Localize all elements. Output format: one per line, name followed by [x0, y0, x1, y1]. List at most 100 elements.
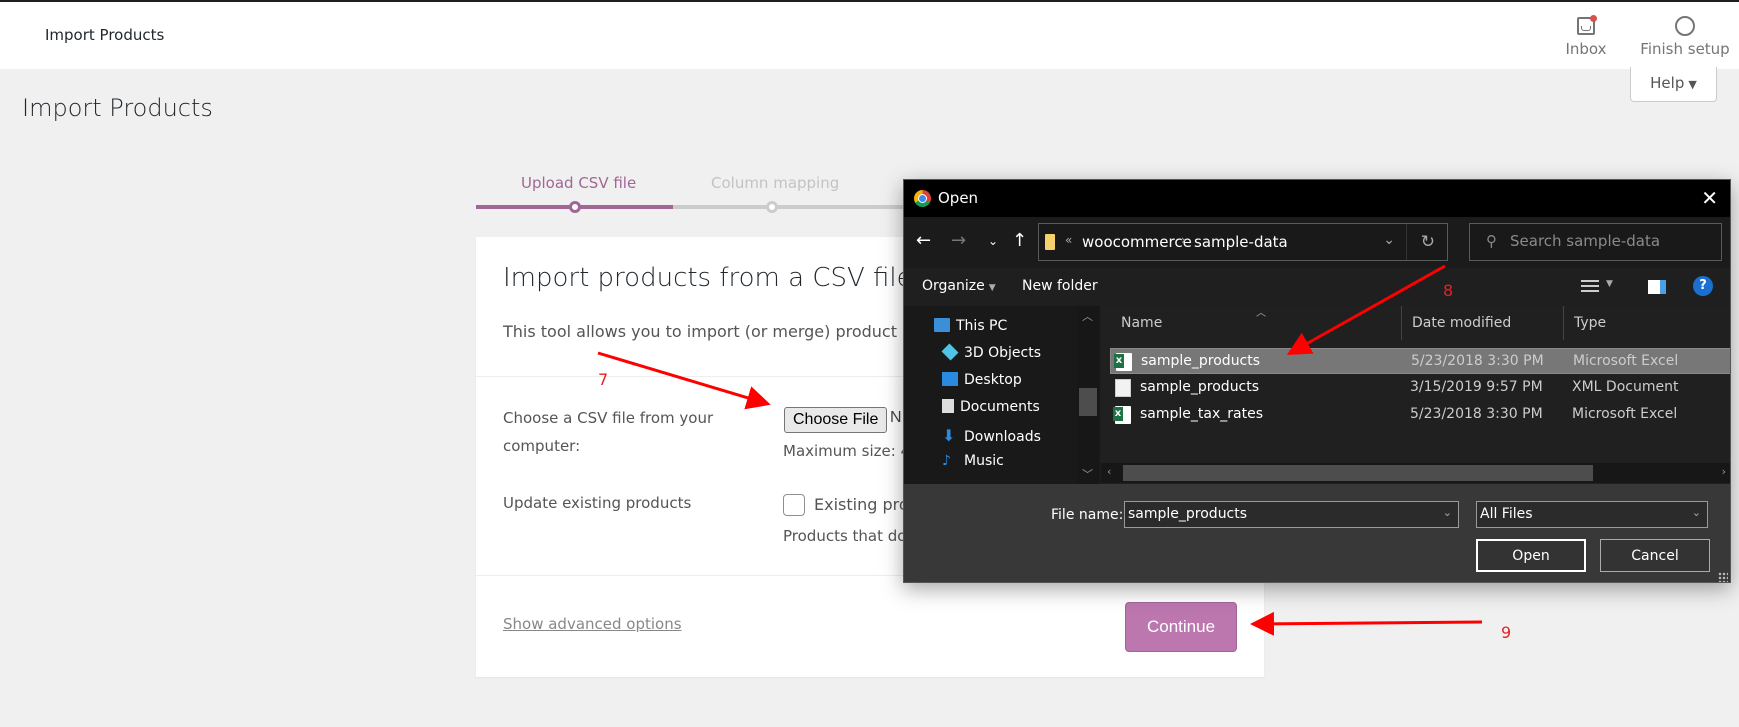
update-existing-checkbox[interactable]	[783, 494, 805, 516]
nav-item-music[interactable]: ♪ Music	[942, 453, 1004, 469]
nav-item-this-pc[interactable]: This PC	[934, 318, 1007, 334]
file-name-input[interactable]	[1128, 506, 1428, 522]
scrollbar-thumb[interactable]	[1123, 465, 1593, 481]
file-list: Name ︿ Date modified Type sample_products…	[1101, 306, 1730, 484]
scroll-down-icon[interactable]: ﹀	[1082, 466, 1093, 482]
dialog-footer: File name: ⌄ All Files ⌄ Open Cancel	[904, 484, 1730, 582]
column-header-type[interactable]: Type	[1563, 306, 1730, 340]
no-file-text: N	[890, 409, 902, 426]
scroll-up-icon[interactable]: ︿	[1082, 308, 1093, 324]
inbox-button[interactable]: Inbox	[1562, 14, 1610, 58]
nav-item-3d-objects[interactable]: 3D Objects	[941, 343, 1042, 361]
chrome-icon	[914, 190, 931, 207]
open-button[interactable]: Open	[1476, 539, 1586, 572]
caret-down-icon[interactable]: ▼	[1606, 279, 1613, 289]
xml-file-icon	[1115, 379, 1131, 397]
header-title: Import Products	[45, 26, 165, 44]
sort-ascending-icon: ︿	[1256, 308, 1266, 319]
organize-menu[interactable]: Organize ▼	[922, 278, 996, 294]
preview-pane-icon[interactable]	[1648, 280, 1666, 294]
dialog-titlebar[interactable]: Open ✕	[904, 180, 1730, 217]
file-date: 5/23/2018 3:30 PM	[1410, 406, 1543, 422]
nav-item-downloads[interactable]: ⬇ Downloads	[942, 426, 1041, 445]
file-name-combobox[interactable]: ⌄	[1124, 501, 1459, 528]
search-input[interactable]	[1510, 232, 1710, 250]
step-dot-active	[569, 201, 581, 213]
overflow-chevron-icon[interactable]: «	[1065, 233, 1072, 247]
card-description: This tool allows you to import (or merge…	[503, 322, 913, 341]
music-icon: ♪	[942, 453, 951, 469]
view-options-icon[interactable]	[1581, 280, 1599, 294]
nav-item-documents[interactable]: Documents	[942, 399, 1040, 415]
file-date: 5/23/2018 3:30 PM	[1411, 353, 1544, 369]
show-advanced-options-link[interactable]: Show advanced options	[503, 615, 682, 633]
scroll-left-icon[interactable]: ‹	[1107, 465, 1111, 478]
help-button[interactable]: Help ▼	[1630, 67, 1717, 102]
update-existing-label: Update existing products	[503, 494, 692, 512]
file-type: XML Document	[1572, 379, 1679, 395]
folder-icon	[1045, 234, 1055, 250]
download-icon: ⬇	[942, 426, 956, 445]
nav-scrollbar[interactable]: ︿ ﹀	[1077, 306, 1099, 484]
annotation-number: 7	[598, 370, 609, 389]
chevron-down-icon[interactable]: ⌄	[1443, 506, 1452, 519]
column-label: Name	[1121, 315, 1163, 331]
up-arrow-icon[interactable]: ↑	[1012, 230, 1027, 251]
breadcrumb-sample-data[interactable]: sample-data	[1194, 233, 1288, 251]
column-header-name[interactable]: Name ︿	[1111, 306, 1411, 340]
desktop-icon	[942, 372, 958, 386]
step-upload-csv: Upload CSV file	[521, 174, 637, 192]
inbox-icon	[1562, 14, 1610, 36]
nav-item-desktop[interactable]: Desktop	[942, 372, 1022, 388]
new-folder-button[interactable]: New folder	[1022, 278, 1098, 294]
forward-arrow-icon[interactable]: →	[951, 230, 966, 251]
chevron-down-icon: ⌄	[1691, 506, 1701, 519]
file-name: sample_products	[1141, 353, 1261, 369]
column-header-date-modified[interactable]: Date modified	[1401, 306, 1563, 340]
cube-icon	[941, 343, 959, 361]
file-type-filter[interactable]: All Files ⌄	[1476, 501, 1708, 528]
nav-item-label: Desktop	[964, 372, 1022, 388]
recent-locations-chevron-icon[interactable]: ⌄	[988, 234, 998, 248]
card-title: Import products from a CSV file	[503, 263, 913, 293]
file-field-label: Choose a CSV file from your computer:	[503, 409, 714, 455]
help-icon[interactable]: ?	[1693, 276, 1713, 296]
nav-item-label: Music	[964, 453, 1004, 469]
annotation-number: 9	[1501, 623, 1512, 642]
search-box[interactable]: ⚲	[1469, 223, 1722, 261]
file-row-sample_tax_rates[interactable]: sample_tax_rates 5/23/2018 3:30 PM Micro…	[1110, 402, 1730, 428]
annotation-arrow-9	[1250, 611, 1483, 636]
dialog-title: Open	[938, 189, 979, 207]
resize-grip-icon[interactable]	[1718, 572, 1728, 582]
address-bar[interactable]: « woocommerce › sample-data ⌄ ↻	[1038, 223, 1448, 261]
continue-button[interactable]: Continue	[1125, 602, 1237, 652]
back-arrow-icon[interactable]: ←	[916, 230, 931, 251]
breadcrumb-woocommerce[interactable]: woocommerce	[1082, 233, 1192, 251]
horizontal-scrollbar[interactable]: ‹ ›	[1101, 463, 1730, 483]
annotation-number: 8	[1443, 281, 1454, 300]
scroll-right-icon[interactable]: ›	[1722, 465, 1726, 478]
refresh-icon[interactable]: ↻	[1421, 232, 1435, 252]
close-icon[interactable]: ✕	[1701, 186, 1718, 210]
step-column-mapping: Column mapping	[711, 174, 840, 192]
progress-circle-icon	[1640, 14, 1730, 36]
inbox-label: Inbox	[1565, 40, 1607, 58]
nav-item-label: 3D Objects	[964, 345, 1042, 361]
file-row-sample_products[interactable]: sample_products 5/23/2018 3:30 PM Micros…	[1110, 348, 1730, 374]
divider	[1406, 224, 1407, 260]
finish-setup-button[interactable]: Finish setup	[1640, 14, 1730, 58]
step-dot-inactive	[766, 201, 778, 213]
finish-setup-label: Finish setup	[1640, 40, 1730, 58]
file-row-sample_products-xml[interactable]: sample_products 3/15/2019 9:57 PM XML Do…	[1110, 375, 1730, 401]
cancel-button[interactable]: Cancel	[1600, 539, 1710, 572]
update-description: Products that do	[783, 527, 907, 545]
nav-item-label: This PC	[956, 318, 1008, 334]
scrollbar-thumb[interactable]	[1079, 388, 1097, 416]
nav-item-label: Downloads	[964, 429, 1041, 445]
caret-down-icon: ▼	[988, 283, 996, 293]
filter-value: All Files	[1480, 506, 1533, 522]
file-name: sample_products	[1140, 379, 1260, 395]
chevron-down-icon[interactable]: ⌄	[1383, 232, 1395, 248]
choose-file-button[interactable]: Choose File	[784, 407, 888, 433]
file-name: sample_tax_rates	[1140, 406, 1263, 422]
